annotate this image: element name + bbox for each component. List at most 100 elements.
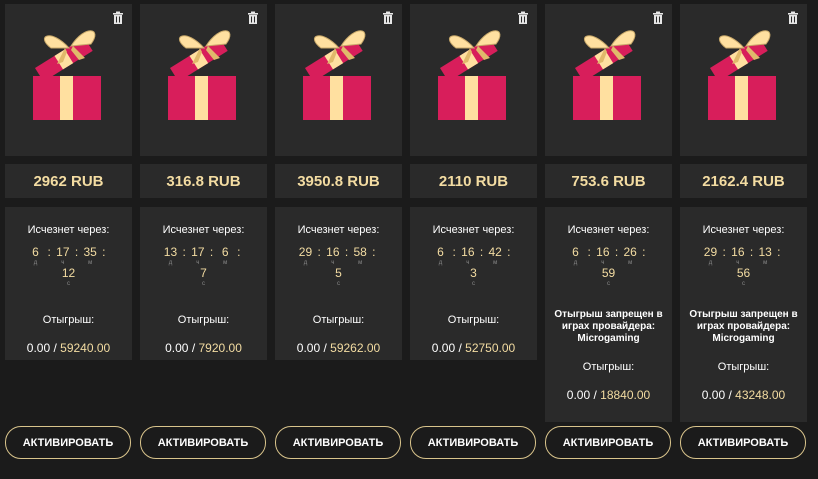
bonus-amount: 3950.8 RUB	[275, 164, 402, 198]
timer-hours: 16 ч	[731, 245, 745, 267]
timer-separator: :	[722, 245, 726, 259]
gift-icon	[704, 22, 780, 122]
countdown-timer: 6д : 16 ч : 42 м : 3с	[410, 246, 537, 288]
expires-label: Исчезнет через:	[162, 224, 245, 236]
activate-button[interactable]: АКТИВИРОВАТЬ	[680, 426, 806, 459]
bonus-card: 753.6 RUB Исчезнет через: 6д : 16 ч : 26 м…	[545, 4, 672, 422]
wager-label: Отыгрыш:	[582, 361, 635, 373]
bonus-amount: 316.8 RUB	[140, 164, 267, 198]
bonus-card: 316.8 RUB Исчезнет через: 13 д : 17 ч : 6м…	[140, 4, 267, 360]
bonus-info: Исчезнет через: 29 д : 16 ч : 13 м : 56 с От…	[680, 207, 807, 422]
expires-label: Исчезнет через:	[297, 224, 380, 236]
bonus-info: Исчезнет через: 13 д : 17 ч : 6м : 7с От…	[140, 207, 267, 360]
expires-label: Исчезнет через:	[27, 224, 110, 236]
timer-hours: 16 ч	[596, 245, 610, 267]
timer-separator: :	[452, 245, 456, 259]
bonus-image-box	[410, 4, 537, 156]
bonus-image-box	[140, 4, 267, 156]
timer-minutes: 58 м	[353, 245, 367, 267]
trash-icon[interactable]	[515, 10, 531, 26]
gift-icon	[29, 22, 105, 122]
timer-separator: :	[749, 245, 754, 259]
gift-icon	[299, 22, 375, 122]
bonus-info: Исчезнет через: 6д : 16 ч : 42 м : 3с От…	[410, 207, 537, 360]
bonus-card: 3950.8 RUB Исчезнет через: 29 д : 16 ч : 5…	[275, 4, 402, 360]
gift-icon	[569, 22, 645, 122]
timer-separator: :	[479, 245, 484, 259]
timer-seconds: 5с	[335, 266, 342, 288]
provider-restriction: Отыгрыш запрещен в играх провайдера: Mic…	[689, 309, 798, 344]
expires-label: Исчезнет через:	[567, 224, 650, 236]
gift-icon	[434, 22, 510, 122]
bonus-card: 2962 RUB Исчезнет через: 6д : 17 ч : 35 м …	[5, 4, 132, 360]
expires-label: Исчезнет через:	[432, 224, 515, 236]
expires-label: Исчезнет через:	[702, 224, 785, 236]
bonus-image-box	[275, 4, 402, 156]
bonus-info: Исчезнет через: 6д : 17ч : 35м : 12с	[5, 207, 132, 360]
timer-days: 29 д	[298, 245, 313, 267]
timer-hours: 16 ч	[461, 245, 475, 267]
wager-label: Отыгрыш:	[42, 314, 95, 326]
bonus-amount: 2962 RUB	[5, 164, 132, 198]
bonus-image-box	[680, 4, 807, 156]
timer-separator: :	[74, 245, 79, 259]
activate-button[interactable]: АКТИВИРОВАТЬ	[140, 426, 266, 459]
timer-separator: :	[47, 245, 51, 259]
wager-progress: 0.00 / 7920.00	[165, 341, 242, 355]
countdown-timer: 6д : 17 ч : 35 м : 12 с	[5, 246, 132, 288]
timer-separator: :	[642, 245, 646, 259]
wager-label: Отыгрыш:	[447, 314, 500, 326]
bonus-image-box	[5, 4, 132, 156]
gift-icon	[164, 22, 240, 122]
bonus-card: 2110 RUB Исчезнет через: 6д : 16 ч : 42 м …	[410, 4, 537, 360]
timer-minutes: 26 м	[623, 245, 637, 267]
wager-progress: 0.00 / 18840.00	[566, 388, 651, 402]
countdown-timer: 29 д : 16 ч : 58 м : 5с	[275, 246, 402, 288]
timer-separator: :	[587, 245, 591, 259]
timer-seconds: 7с	[200, 266, 207, 288]
timer-minutes: 42 м	[488, 245, 502, 267]
wager-label: Отыгрыш:	[717, 361, 770, 373]
trash-icon[interactable]	[785, 10, 801, 26]
trash-icon[interactable]	[650, 10, 666, 26]
activate-button[interactable]: АКТИВИРОВАТЬ	[410, 426, 536, 459]
timer-minutes: 35 м	[83, 245, 97, 267]
bonus-image-box	[545, 4, 672, 156]
timer-separator: :	[372, 245, 376, 259]
bonus-amount: 753.6 RUB	[545, 164, 672, 198]
timer-separator: :	[237, 245, 241, 259]
wager-progress: 0.00 / 59240.00	[26, 341, 111, 355]
timer-minutes: 6м	[221, 245, 229, 267]
activate-button[interactable]: АКТИВИРОВАТЬ	[275, 426, 401, 459]
countdown-timer: 6д : 16 ч : 26 м : 59 с	[545, 246, 672, 288]
trash-icon[interactable]	[110, 10, 126, 26]
timer-days: 6д	[32, 245, 39, 267]
countdown-timer: 13 д : 17 ч : 6м : 7с	[140, 246, 267, 288]
timer-separator: :	[209, 245, 214, 259]
timer-separator: :	[102, 245, 106, 259]
bonus-info: Исчезнет через: 6д : 16 ч : 26 м : 59 с Оты…	[545, 207, 672, 422]
bonus-info: Исчезнет через: 29д : 16ч : 58м : 5с	[275, 207, 402, 360]
timer-separator: :	[317, 245, 321, 259]
activate-button[interactable]: АКТИВИРОВАТЬ	[545, 426, 671, 459]
activate-button[interactable]: АКТИВИРОВАТЬ	[5, 426, 131, 459]
wager-label: Отыгрыш:	[312, 314, 365, 326]
wager-label: Отыгрыш:	[177, 314, 230, 326]
timer-hours: 16 ч	[326, 245, 340, 267]
timer-separator: :	[614, 245, 619, 259]
timer-separator: :	[182, 245, 186, 259]
timer-days: 13 д	[163, 245, 178, 267]
timer-days: 29 д	[703, 245, 718, 267]
timer-seconds: 12 с	[61, 266, 76, 288]
timer-separator: :	[777, 245, 781, 259]
provider-restriction: Отыгрыш запрещен в играх провайдера: Mic…	[554, 309, 663, 344]
timer-seconds: 59 с	[601, 266, 616, 288]
trash-icon[interactable]	[380, 10, 396, 26]
timer-hours: 17 ч	[56, 245, 70, 267]
timer-seconds: 3с	[470, 266, 477, 288]
timer-separator: :	[344, 245, 349, 259]
timer-seconds: 56 с	[736, 266, 751, 288]
countdown-timer: 29 д : 16 ч : 13 м : 56 с	[680, 246, 807, 288]
trash-icon[interactable]	[245, 10, 261, 26]
wager-progress: 0.00 / 59262.00	[296, 341, 381, 355]
